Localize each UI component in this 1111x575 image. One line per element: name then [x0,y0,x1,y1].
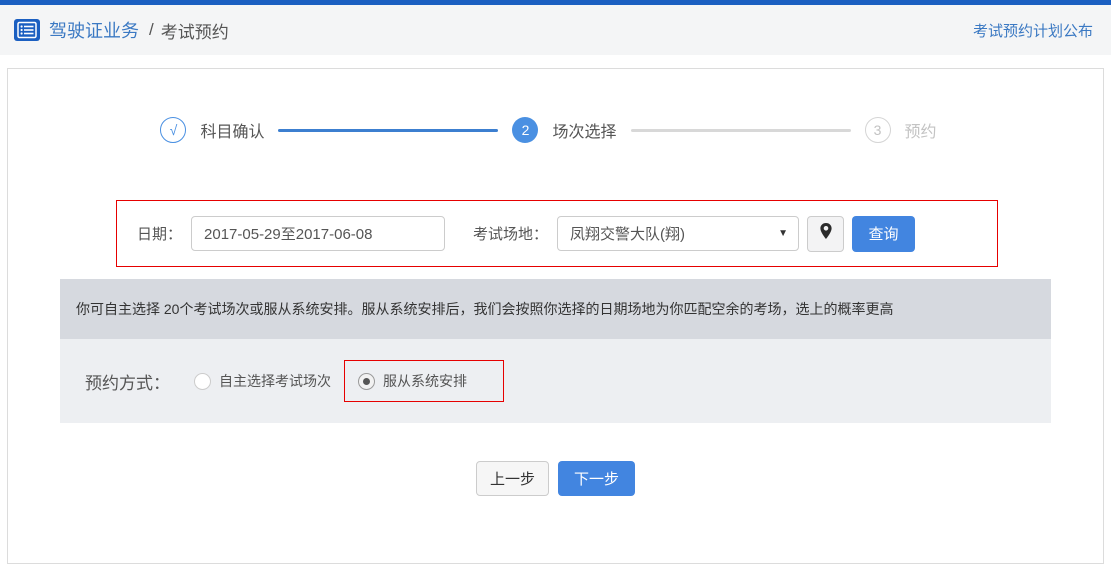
breadcrumb-separator: / [149,20,154,39]
breadcrumb-section[interactable]: 驾驶证业务 [49,17,139,43]
step-2-marker: 2 [512,117,539,143]
dropdown-arrow-icon: ▼ [778,228,789,239]
main-panel: √ 科目确认 2 场次选择 3 预约 日期： 考试场地： 凤翔交警大队(翔) ▼… [7,68,1104,564]
search-button[interactable]: 查询 [852,215,916,252]
date-range-input[interactable] [191,216,446,251]
step-connector-done [278,128,499,132]
step-3-label: 预约 [904,124,937,141]
map-location-button[interactable] [807,215,845,252]
step-1-label: 科目确认 [200,124,265,141]
step-2-label: 场次选择 [552,124,617,141]
notice-bar: 你可自主选择 20个考试场次或服从系统安排。服从系统安排后，我们会按照你选择的日… [60,279,1051,339]
radio-system-assign-label: 服从系统安排 [383,373,467,389]
booking-method-label: 预约方式： [85,373,170,393]
venue-label: 考试场地： [473,226,549,243]
radio-self-select[interactable]: 自主选择考试场次 [194,371,331,391]
step-3-marker: 3 [864,117,891,143]
list-icon [14,19,40,41]
query-form-row: 日期： 考试场地： 凤翔交警大队(翔) ▼ 查询 [116,200,998,267]
venue-selected-value: 凤翔交警大队(翔) [570,226,686,243]
location-pin-icon [819,222,833,245]
radio-self-select-label: 自主选择考试场次 [219,373,331,389]
step-indicator: √ 科目确认 2 场次选择 3 预约 [8,117,1103,143]
booking-method-section: 预约方式： 自主选择考试场次 服从系统安排 [60,339,1051,423]
exam-plan-link[interactable]: 考试预约计划公布 [973,20,1093,41]
step-connector-pending [630,128,851,132]
breadcrumb-current: 考试预约 [160,22,229,42]
date-label: 日期： [137,226,183,243]
previous-step-button[interactable]: 上一步 [476,461,549,496]
wizard-actions: 上一步 下一步 [8,461,1103,496]
radio-self-select-icon[interactable] [194,372,211,390]
radio-dot [363,377,370,385]
radio-system-assign[interactable]: 服从系统安排 [358,371,467,391]
selected-option-highlight: 服从系统安排 [344,360,504,402]
venue-select[interactable]: 凤翔交警大队(翔) ▼ [557,216,800,251]
page-header: 驾驶证业务 / 考试预约 考试预约计划公布 [0,5,1111,55]
radio-system-assign-icon[interactable] [358,372,375,390]
notice-text: 你可自主选择 20个考试场次或服从系统安排。服从系统安排后，我们会按照你选择的日… [76,301,894,317]
next-step-button[interactable]: 下一步 [558,461,635,496]
step-1-marker: √ [160,117,187,143]
